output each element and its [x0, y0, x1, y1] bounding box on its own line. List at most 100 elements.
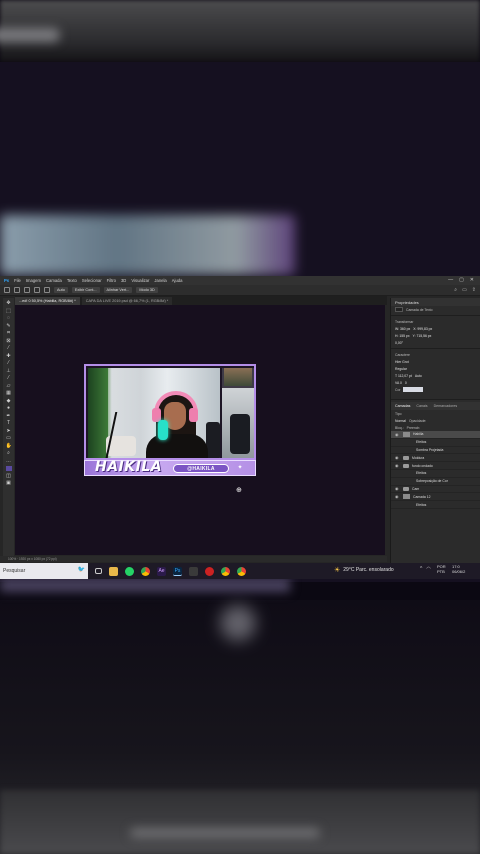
shape-tool-icon[interactable]: ▭ [6, 436, 12, 441]
chrome-icon-2[interactable] [221, 566, 230, 576]
wifi-icon[interactable]: ◠ [426, 566, 430, 572]
more-tools-icon[interactable]: … [6, 458, 12, 464]
font-size-field[interactable]: T 112,07 pt [395, 374, 412, 378]
visibility-eye-icon[interactable]: ◉ [395, 432, 400, 437]
gradient-tool-icon[interactable]: ▦ [6, 391, 12, 396]
taskbar-search[interactable]: Pesquisar 🐦 [0, 563, 88, 579]
layer-row[interactable]: ◉ fundo ondado [391, 462, 480, 470]
height-field[interactable]: H: 155 px [395, 334, 410, 338]
taskbar-clock[interactable]: 17:0 06/06/2 [452, 564, 465, 574]
photoshop-taskbar-icon[interactable]: Ps [173, 566, 182, 576]
transform-header[interactable]: Transformar [391, 318, 480, 325]
tray-chevron-icon[interactable]: ^ [420, 566, 422, 572]
layer-row[interactable]: Sobreposição de Cor [391, 478, 480, 486]
layer-row[interactable]: ◉ Camada 12 [391, 493, 480, 502]
healing-brush-icon[interactable]: ✚ [6, 353, 12, 359]
menu-window[interactable]: Janela [154, 278, 166, 283]
tab-document-2[interactable]: CAPA DA LIVE 2019.psd @ 66,7% (1, RGB/8#… [81, 297, 173, 305]
menu-file[interactable]: File [14, 278, 21, 283]
align-icon[interactable] [44, 287, 50, 293]
move-tool-icon[interactable]: ✥ [6, 301, 12, 306]
eraser-icon[interactable]: ▱ [6, 383, 12, 389]
opacity-label[interactable]: Opacidade: [409, 419, 426, 423]
visibility-eye-icon[interactable]: ◉ [395, 486, 400, 491]
tab-channels[interactable]: Canais [416, 404, 427, 408]
zoom-tool-icon[interactable]: ⌕ [6, 451, 12, 456]
layer-row[interactable]: ◉ Moldura [391, 454, 480, 463]
quick-mask-icon[interactable]: ◫ [6, 473, 12, 479]
menu-help[interactable]: Ajuda [172, 278, 183, 283]
after-effects-icon[interactable]: Ae [157, 566, 166, 576]
weather-widget[interactable]: ☀ 29°C Parc. ensolarado [334, 566, 394, 574]
3d-mode-button[interactable]: Modo 3D [136, 287, 158, 293]
lasso-tool-icon[interactable]: ◌ [6, 316, 12, 321]
tab-layers[interactable]: Camadas [395, 404, 410, 408]
path-select-icon[interactable]: ➤ [6, 428, 12, 434]
pen-tool-icon[interactable]: ✒ [6, 413, 12, 419]
y-field[interactable]: Y: 715,56 px [413, 334, 432, 338]
quick-select-icon[interactable]: ✎ [6, 323, 12, 329]
layer-row[interactable]: ◉ Habilla [391, 431, 480, 439]
auto-select-dropdown[interactable]: Auto [54, 287, 68, 293]
maximize-button[interactable]: ▢ [459, 277, 464, 283]
menu-type[interactable]: Texto [67, 278, 77, 283]
font-style-field[interactable]: Regular [395, 367, 407, 371]
recorder-icon[interactable] [205, 566, 214, 576]
search-icon[interactable]: ⌕ [454, 287, 457, 293]
close-button[interactable]: ✕ [470, 277, 474, 283]
x-field[interactable]: X: 999,83 px [413, 327, 432, 331]
text-color-swatch[interactable] [403, 387, 424, 392]
stream-overlay-artwork[interactable]: HAIKILA @HAIKILA ✦ [84, 364, 256, 478]
hand-tool-icon[interactable]: ✋ [6, 443, 12, 449]
visibility-eye-icon[interactable]: ◉ [395, 463, 400, 468]
transform-icon[interactable] [34, 287, 40, 293]
font-family-field[interactable]: Hier Grot [395, 360, 409, 364]
align-button[interactable]: Alinhar Vert... [103, 287, 133, 293]
menu-image[interactable]: Imagem [26, 278, 41, 283]
file-explorer-icon[interactable] [109, 566, 118, 576]
blur-tool-icon[interactable]: ◆ [6, 398, 12, 404]
app-icon[interactable] [189, 566, 198, 576]
screen-mode-icon[interactable]: ▣ [6, 481, 12, 486]
visibility-eye-icon[interactable]: ◉ [395, 455, 400, 460]
layer-filter-dropdown[interactable]: Tipo [395, 412, 401, 416]
home-icon[interactable] [4, 287, 10, 293]
marquee-tool-icon[interactable]: ⬚ [6, 308, 12, 314]
dodge-tool-icon[interactable]: ● [6, 406, 12, 411]
show-transform-toggle[interactable]: Exibir Cont... [71, 287, 100, 293]
layer-row[interactable]: Efeitos [391, 501, 480, 509]
lock-label[interactable]: Bloq.: [395, 426, 404, 430]
blend-mode-dropdown[interactable]: Normal [395, 419, 406, 423]
character-header[interactable]: Caractere [391, 351, 480, 358]
crop-tool-icon[interactable]: ⌗ [6, 331, 12, 336]
chrome-icon[interactable] [141, 566, 150, 576]
language-indicator[interactable]: POR PTB [437, 564, 446, 574]
menu-select[interactable]: Selecionar [82, 278, 102, 283]
layer-row[interactable]: Efeitos [391, 470, 480, 478]
width-field[interactable]: W: 360 px [395, 327, 410, 331]
move-tool-icon[interactable] [14, 287, 20, 293]
workspace-icon[interactable]: ▭ [462, 287, 467, 293]
layer-row[interactable]: ◉ Cam [391, 486, 480, 494]
minimize-button[interactable]: — [448, 277, 453, 283]
angle-field[interactable]: 0,00° [395, 341, 403, 345]
type-tool-icon[interactable]: T [6, 421, 12, 426]
tab-document-1[interactable]: ...ed! 0 50,5% (Habilla, RGB/8#) * [15, 297, 80, 305]
whatsapp-icon[interactable] [125, 566, 134, 576]
frame-tool-icon[interactable]: ⊠ [6, 338, 12, 344]
eyedropper-icon[interactable]: ⁄ [6, 346, 12, 351]
layer-row[interactable]: Sombra Projetada [391, 447, 480, 455]
stamp-tool-icon[interactable]: ⊥ [6, 368, 12, 374]
menu-filter[interactable]: Filtro [107, 278, 116, 283]
menu-3d[interactable]: 3D [121, 278, 126, 283]
fill-label[interactable]: Preench: [407, 426, 421, 430]
brush-tool-icon[interactable]: ⁄ [6, 361, 12, 366]
menu-layer[interactable]: Camada [46, 278, 62, 283]
search-input[interactable]: Pesquisar [3, 568, 25, 574]
kerning-field[interactable]: VA 0 [395, 381, 402, 385]
leading-field[interactable]: Auto [415, 374, 422, 378]
ps-logo-icon[interactable]: Ps [4, 278, 9, 283]
layer-row[interactable]: Efeitos [391, 439, 480, 447]
tab-paths[interactable]: Demarcadores [434, 404, 458, 408]
tracking-field[interactable]: 0 [405, 381, 407, 385]
